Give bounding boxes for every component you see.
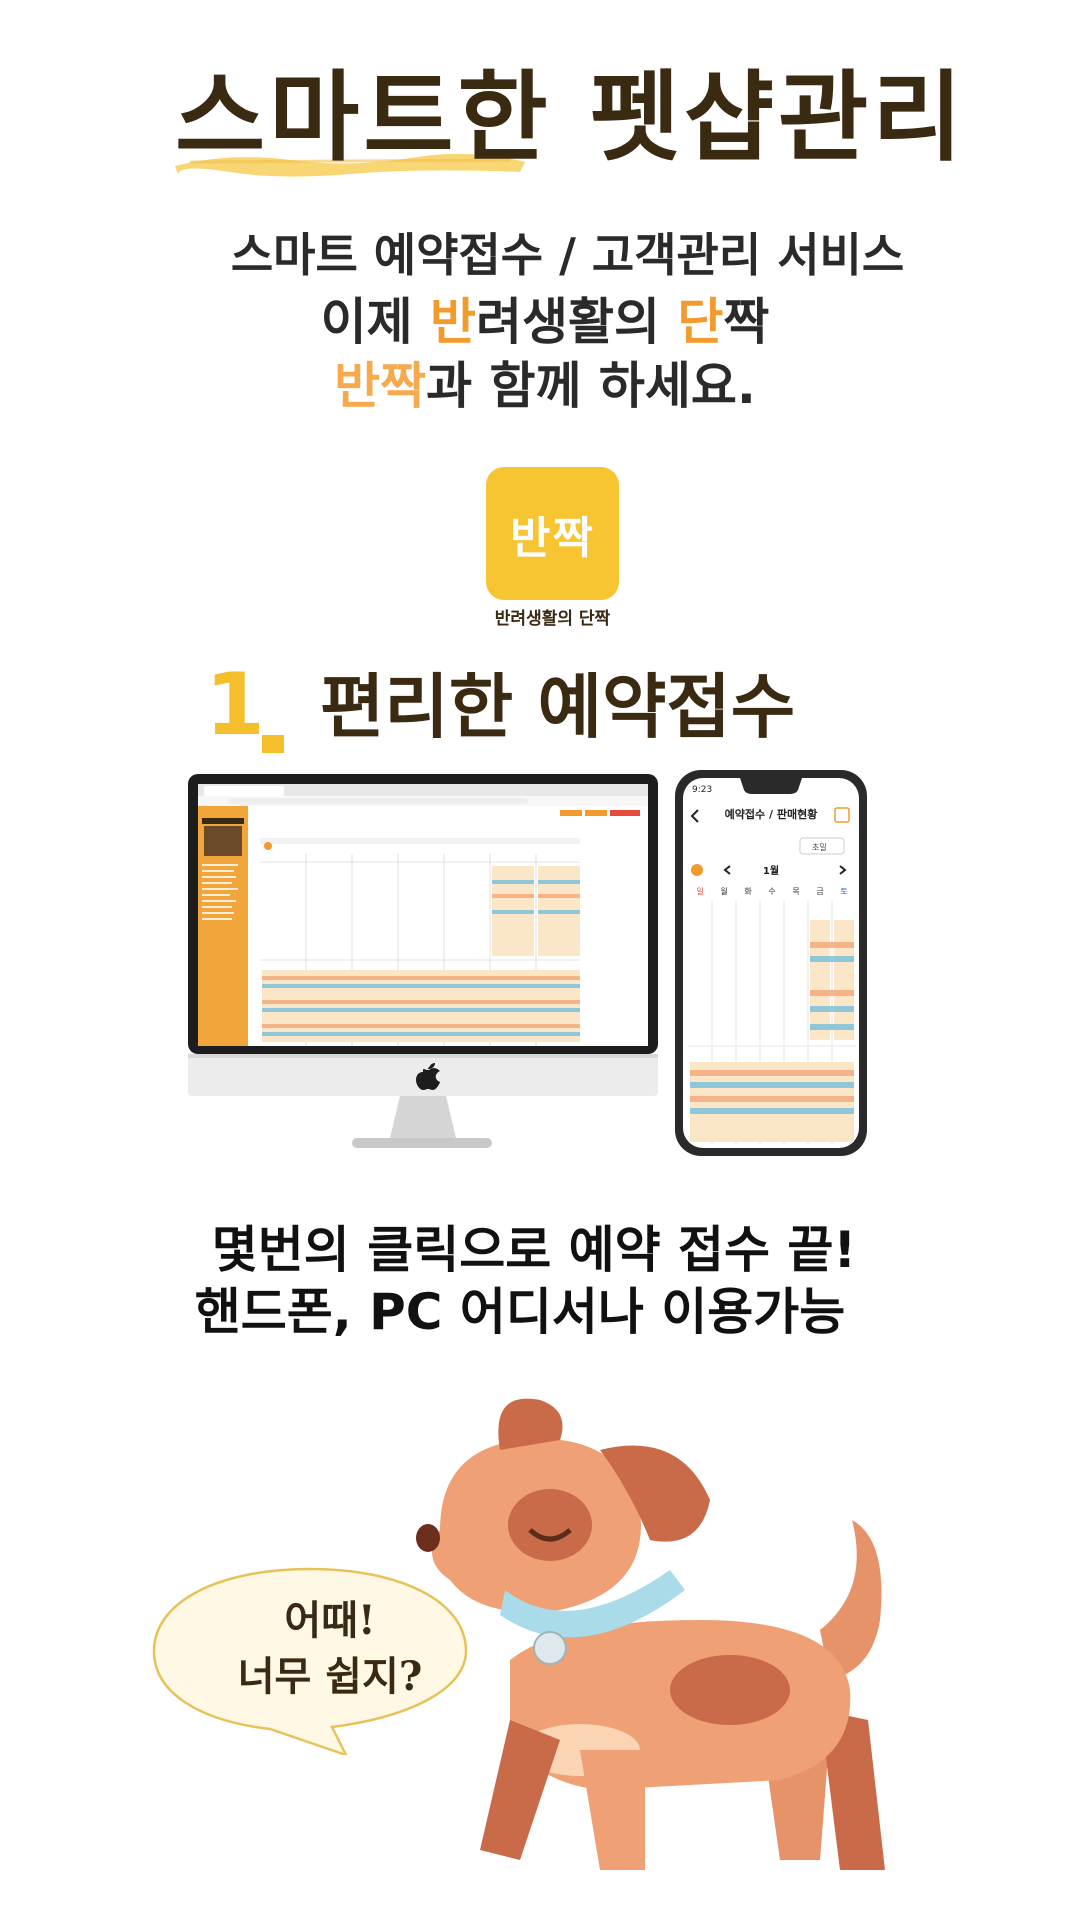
bottom-line-1: 몇번의 클릭으로 예약 접수 끝! — [211, 1221, 857, 1279]
highlight-ban: 반 — [430, 293, 476, 351]
devices-illustration: 9:23 예약접수 / 판매현황 초밀 1월 일 월 화 수 목 금 토 — [188, 770, 867, 1156]
intro-line-3: 반짝과 함께 하세요. — [0, 354, 1080, 418]
app-logo: 반짝 — [486, 467, 619, 600]
bottom-line-2: 핸드폰, PC 어디서나 이용가능 — [194, 1283, 846, 1341]
intro-text: 짝 — [723, 293, 770, 351]
intro-text: 려생활의 — [476, 293, 678, 351]
desktop-monitor — [188, 774, 658, 1148]
phone-filter: 초밀 — [812, 843, 827, 852]
intro-line-2: 이제 반려생활의 단짝 — [0, 290, 1080, 354]
dog-illustration — [416, 1398, 885, 1870]
weekday-label: 목 — [792, 887, 799, 896]
highlight-dan: 단 — [677, 293, 724, 351]
section-title: 편리한 예약접수 — [320, 666, 796, 748]
service-tagline: 스마트 예약접수 / 고객관리 서비스 — [230, 228, 905, 282]
weekday-label: 화 — [744, 887, 752, 896]
mobile-phone: 9:23 예약접수 / 판매현황 초밀 1월 일 월 화 수 목 금 토 — [675, 770, 867, 1156]
phone-time: 9:23 — [692, 785, 712, 795]
logo-text: 반짝 — [510, 512, 595, 564]
section-number-dot — [262, 735, 284, 753]
weekday-label: 토 — [840, 887, 847, 896]
page-heading: 스마트한 펫샵관리 — [0, 48, 1080, 178]
weekday-label: 금 — [816, 887, 823, 896]
highlight-banjjak: 반짝 — [334, 357, 427, 415]
intro-text: 이제 — [320, 293, 430, 351]
phone-title: 예약접수 / 판매현황 — [725, 807, 818, 821]
weekday-label: 수 — [768, 887, 775, 896]
section-number: 1 — [205, 655, 265, 755]
intro-text: 과 함께 하세요. — [426, 357, 756, 415]
page-title: 스마트한 펫샵관리 — [175, 61, 967, 175]
weekday-label: 월 — [720, 886, 727, 896]
phone-month: 1월 — [763, 865, 779, 877]
logo-tagline: 반려생활의 단짝 — [494, 609, 611, 629]
weekday-label: 일 — [696, 887, 703, 896]
